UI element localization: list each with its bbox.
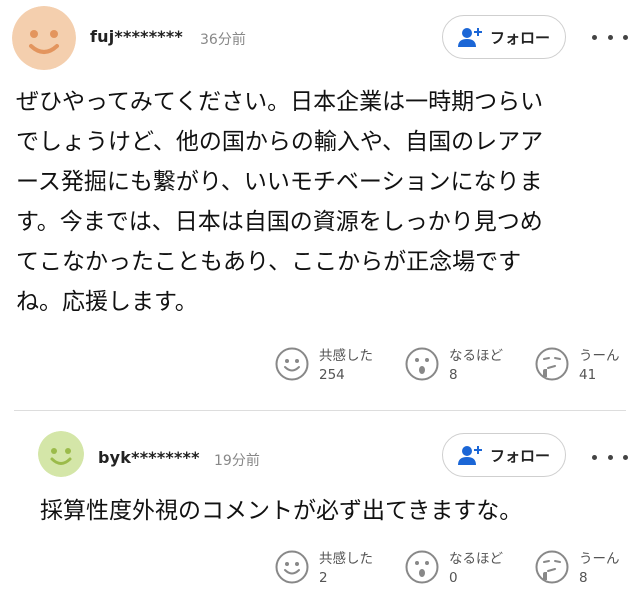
username[interactable]: byk******** bbox=[98, 448, 200, 467]
reaction-label: なるほど bbox=[449, 348, 503, 364]
more-options-button[interactable] bbox=[592, 445, 628, 469]
follow-button[interactable]: フォロー bbox=[442, 15, 566, 59]
reaction-label: なるほど bbox=[449, 551, 503, 567]
reaction-empathy-button[interactable]: 共感した 2 bbox=[275, 550, 373, 588]
comment-text: ぜひやってみてください。日本企業は一時期つらい でしょうけど、他の国からの輸入や… bbox=[16, 82, 628, 322]
username[interactable]: fuj******** bbox=[90, 27, 183, 46]
reaction-count: 8 bbox=[449, 367, 458, 383]
reaction-count: 2 bbox=[319, 570, 328, 586]
surprised-icon bbox=[405, 550, 439, 584]
dot-icon bbox=[623, 34, 628, 40]
timestamp: 19分前 bbox=[214, 453, 260, 469]
smile-icon bbox=[275, 347, 309, 381]
comment-card: byk******** 19分前 フォロー 採算性度外視のコメントが必ず出てきま… bbox=[0, 415, 640, 609]
timestamp: 36分前 bbox=[200, 32, 246, 48]
comment-line: 採算性度外視のコメントが必ず出てきますな。 bbox=[40, 498, 523, 524]
avatar[interactable] bbox=[38, 431, 84, 477]
divider bbox=[14, 410, 626, 411]
follow-label: フォロー bbox=[489, 28, 550, 47]
dot-icon bbox=[592, 454, 597, 460]
reaction-insightful-button[interactable]: なるほど 0 bbox=[405, 550, 503, 588]
dot-icon bbox=[592, 34, 597, 40]
reaction-label: 共感した bbox=[319, 551, 373, 567]
comment-line: ぜひやってみてください。日本企業は一時期つらい bbox=[16, 89, 544, 115]
add-user-icon bbox=[457, 28, 482, 47]
reaction-insightful-button[interactable]: なるほど 8 bbox=[405, 347, 503, 385]
follow-label: フォロー bbox=[489, 446, 550, 465]
thinking-icon bbox=[535, 347, 569, 381]
smile-icon bbox=[275, 550, 309, 584]
reaction-empathy-button[interactable]: 共感した 254 bbox=[275, 347, 373, 385]
comment-card: fuj******** 36分前 フォロー ぜひやってみてください。日本企業は一… bbox=[0, 0, 640, 405]
reaction-count: 41 bbox=[579, 367, 597, 383]
reaction-count: 8 bbox=[579, 570, 588, 586]
surprised-icon bbox=[405, 347, 439, 381]
dot-icon bbox=[623, 454, 628, 460]
comment-line: てこなかったこともあり、ここからが正念場です bbox=[16, 249, 522, 275]
comment-line: ね。応援します。 bbox=[16, 289, 198, 315]
reaction-label: 共感した bbox=[319, 348, 373, 364]
comment-text: 採算性度外視のコメントが必ず出てきますな。 bbox=[40, 491, 620, 531]
reaction-hmm-button[interactable]: うーん 8 bbox=[535, 550, 620, 588]
reaction-count: 0 bbox=[449, 570, 458, 586]
comment-line: ース発掘にも繋がり、いいモチベーションになりま bbox=[16, 169, 543, 195]
add-user-icon bbox=[457, 446, 482, 465]
dot-icon bbox=[607, 454, 613, 460]
thinking-icon bbox=[535, 550, 569, 584]
comment-line: でしょうけど、他の国からの輸入や、自国のレアア bbox=[16, 129, 544, 155]
more-options-button[interactable] bbox=[592, 25, 628, 49]
reaction-count: 254 bbox=[319, 367, 345, 383]
reaction-hmm-button[interactable]: うーん 41 bbox=[535, 347, 620, 385]
reaction-label: うーん bbox=[579, 551, 620, 567]
reaction-label: うーん bbox=[579, 348, 620, 364]
follow-button[interactable]: フォロー bbox=[442, 433, 566, 477]
comment-line: す。今までは、日本は自国の資源をしっかり見つめ bbox=[16, 209, 543, 235]
avatar[interactable] bbox=[12, 6, 76, 70]
dot-icon bbox=[607, 34, 613, 40]
